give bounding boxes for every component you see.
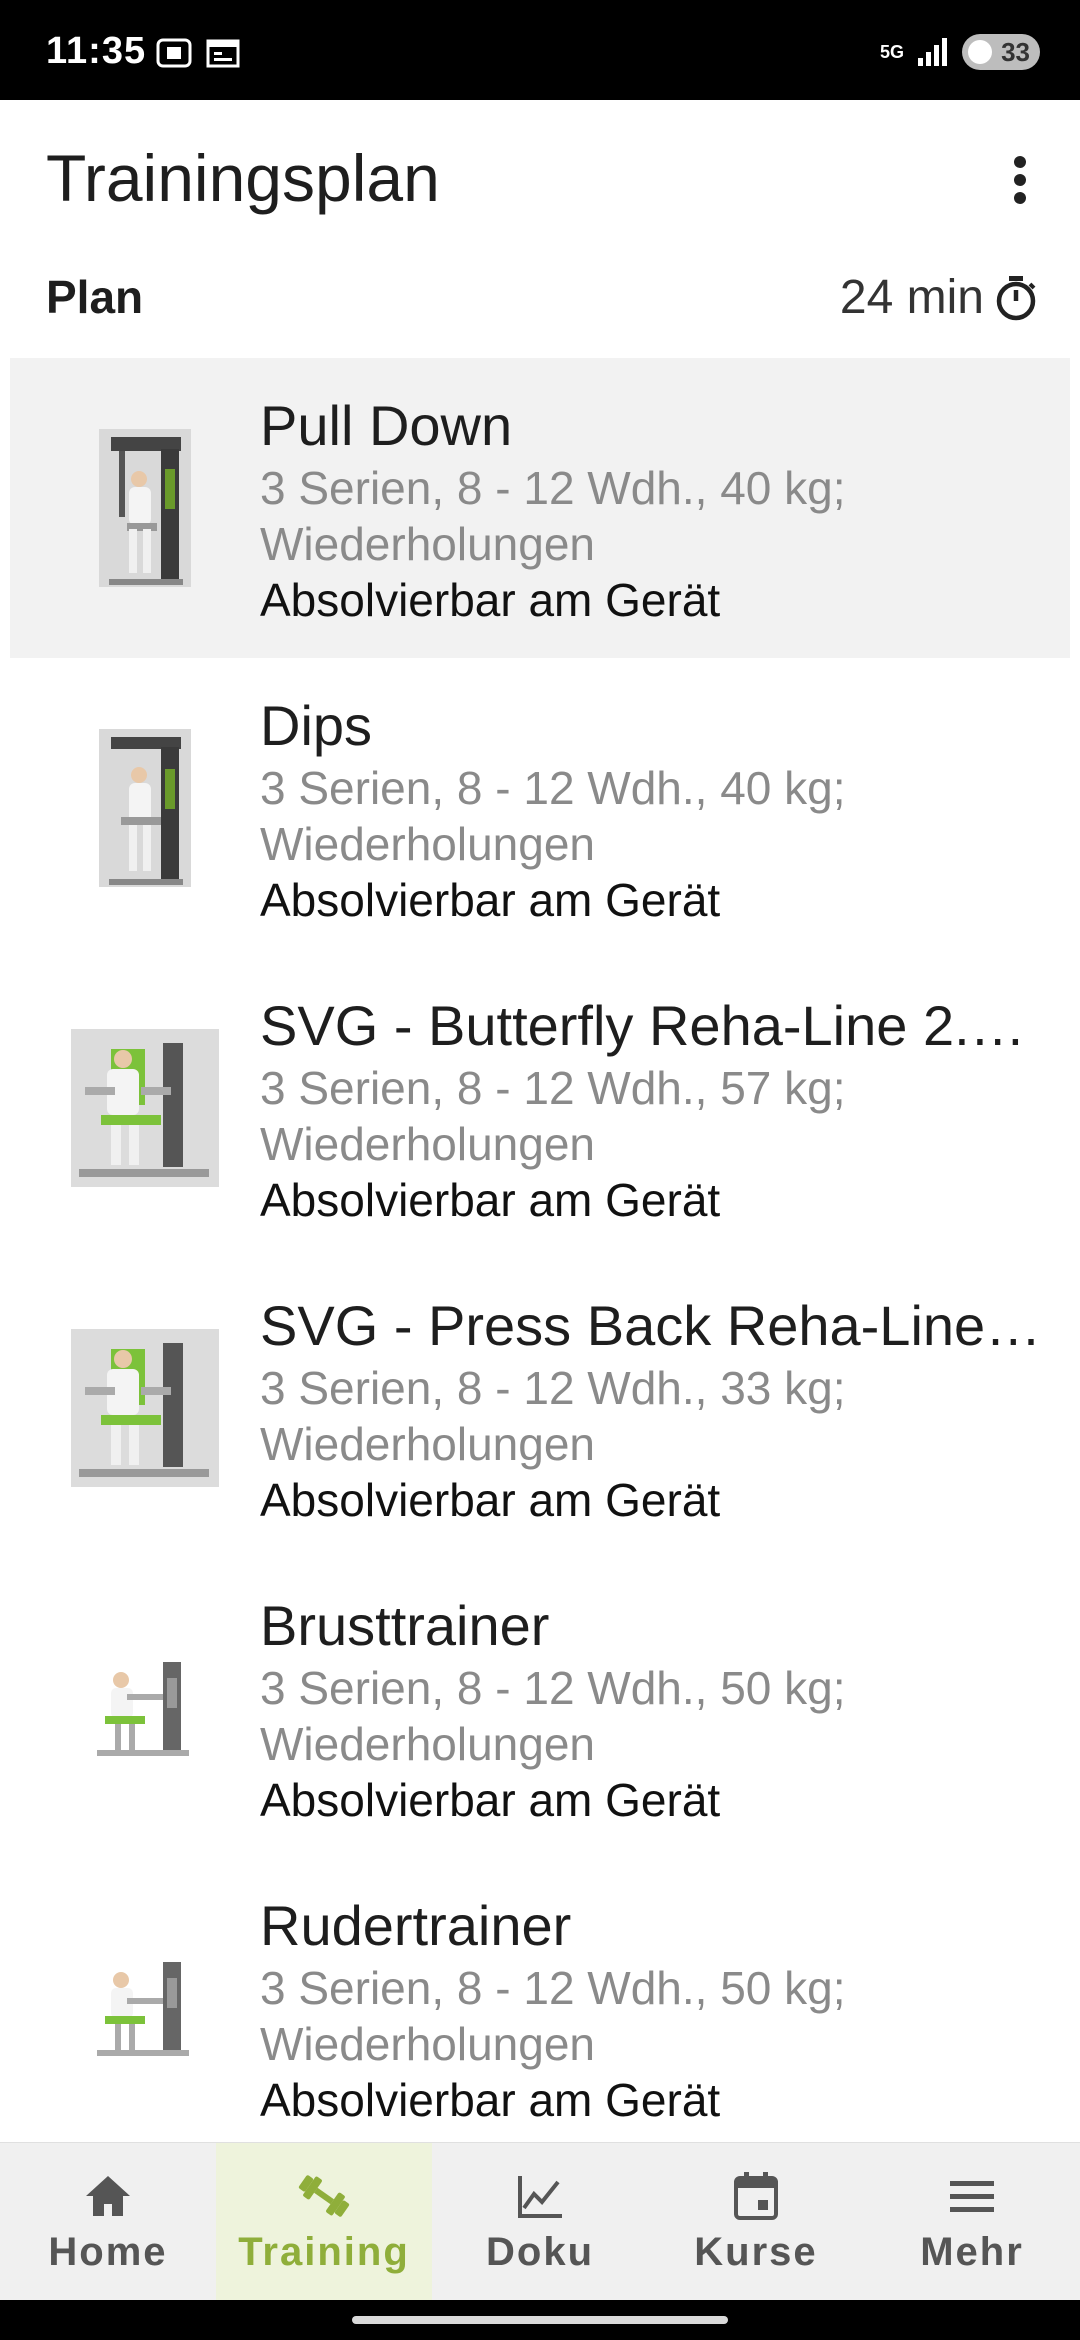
exercise-availability: Absolvierbar am Gerät xyxy=(260,874,721,926)
page-title: Trainingsplan xyxy=(46,141,440,215)
more-vert-icon[interactable] xyxy=(1000,150,1040,210)
calendar-icon xyxy=(206,39,240,68)
screenshot-icon xyxy=(156,38,192,68)
list-item[interactable]: Dips 3 Serien, 8 - 12 Wdh., 40 kg; Wiede… xyxy=(10,658,1070,958)
exercise-image xyxy=(50,1303,240,1513)
app-bar: Trainingsplan xyxy=(0,100,1080,260)
exercise-availability: Absolvierbar am Gerät xyxy=(260,1174,721,1226)
exercise-title: Rudertrainer xyxy=(260,1894,572,1957)
exercise-detail: 3 Serien, 8 - 12 Wdh., 40 kg; xyxy=(260,462,846,514)
exercise-image xyxy=(50,1003,240,1213)
list-item[interactable]: SVG - Butterfly Reha-Line 2.… 3 Serien, … xyxy=(10,958,1070,1258)
exercise-availability: Absolvierbar am Gerät xyxy=(260,1474,721,1526)
exercise-detail-type: Wiederholungen xyxy=(260,818,596,870)
exercise-availability: Absolvierbar am Gerät xyxy=(260,574,721,626)
exercise-availability: Absolvierbar am Gerät xyxy=(260,1774,721,1826)
nav-kurse-label: Kurse xyxy=(694,2230,818,2274)
status-bar: 11:35 5G 33 xyxy=(0,0,1080,100)
exercise-image xyxy=(50,403,240,613)
nav-home-label: Home xyxy=(48,2230,168,2274)
exercise-detail-type: Wiederholungen xyxy=(260,518,596,570)
home-indicator[interactable] xyxy=(352,2316,728,2324)
exercise-image xyxy=(50,1603,240,1813)
exercise-detail-type: Wiederholungen xyxy=(260,1118,596,1170)
list-item[interactable]: Brusttrainer 3 Serien, 8 - 12 Wdh., 50 k… xyxy=(10,1558,1070,1858)
network-badge: 5G xyxy=(879,42,904,62)
calendar-icon xyxy=(734,2172,778,2220)
exercise-detail-type: Wiederholungen xyxy=(260,1718,596,1770)
plan-duration: 24 min xyxy=(839,271,984,324)
exercise-detail: 3 Serien, 8 - 12 Wdh., 57 kg; xyxy=(260,1062,846,1114)
exercise-title: SVG - Butterfly Reha-Line 2.… xyxy=(260,994,1026,1057)
exercise-title: SVG - Press Back Reha-Line … xyxy=(260,1294,1050,1357)
signal-icon xyxy=(918,38,947,66)
exercise-detail: 3 Serien, 8 - 12 Wdh., 33 kg; xyxy=(260,1362,846,1414)
nav-training[interactable]: Training xyxy=(216,2143,432,2300)
exercise-detail: 3 Serien, 8 - 12 Wdh., 50 kg; xyxy=(260,1962,846,2014)
exercise-detail-type: Wiederholungen xyxy=(260,2018,596,2070)
nav-training-label: Training xyxy=(238,2230,410,2274)
gesture-bar xyxy=(0,2300,1080,2340)
status-time: 11:35 xyxy=(46,30,147,72)
dumbbell-icon xyxy=(298,2175,350,2217)
exercise-detail-type: Wiederholungen xyxy=(260,1418,596,1470)
bottom-navigation: Home Training Doku Kurse Mehr xyxy=(0,2142,1080,2300)
section-label: Plan xyxy=(46,271,144,323)
list-item[interactable]: SVG - Press Back Reha-Line … 3 Serien, 8… xyxy=(10,1258,1070,1558)
nav-home[interactable]: Home xyxy=(0,2143,216,2300)
exercise-title: Pull Down xyxy=(260,394,513,457)
exercise-title: Brusttrainer xyxy=(260,1594,550,1657)
battery-icon: 33 xyxy=(962,34,1040,70)
exercise-list: Pull Down 3 Serien, 8 - 12 Wdh., 40 kg; … xyxy=(10,358,1070,2158)
exercise-detail: 3 Serien, 8 - 12 Wdh., 40 kg; xyxy=(260,762,846,814)
list-item[interactable]: Pull Down 3 Serien, 8 - 12 Wdh., 40 kg; … xyxy=(10,358,1070,658)
nav-kurse[interactable]: Kurse xyxy=(648,2143,864,2300)
exercise-detail: 3 Serien, 8 - 12 Wdh., 50 kg; xyxy=(260,1662,846,1714)
chart-icon xyxy=(518,2176,562,2218)
nav-doku-label: Doku xyxy=(486,2230,594,2274)
nav-mehr[interactable]: Mehr xyxy=(864,2143,1080,2300)
plan-header: Plan 24 min xyxy=(0,260,1080,340)
nav-mehr-label: Mehr xyxy=(920,2230,1024,2274)
exercise-title: Dips xyxy=(260,694,373,757)
exercise-image xyxy=(50,1903,240,2113)
exercise-availability: Absolvierbar am Gerät xyxy=(260,2074,721,2126)
home-icon xyxy=(86,2176,130,2216)
exercise-image xyxy=(50,703,240,913)
menu-icon xyxy=(950,2181,994,2212)
nav-doku[interactable]: Doku xyxy=(432,2143,648,2300)
timer-icon xyxy=(996,276,1036,321)
list-item[interactable]: Rudertrainer 3 Serien, 8 - 12 Wdh., 50 k… xyxy=(10,1858,1070,2158)
